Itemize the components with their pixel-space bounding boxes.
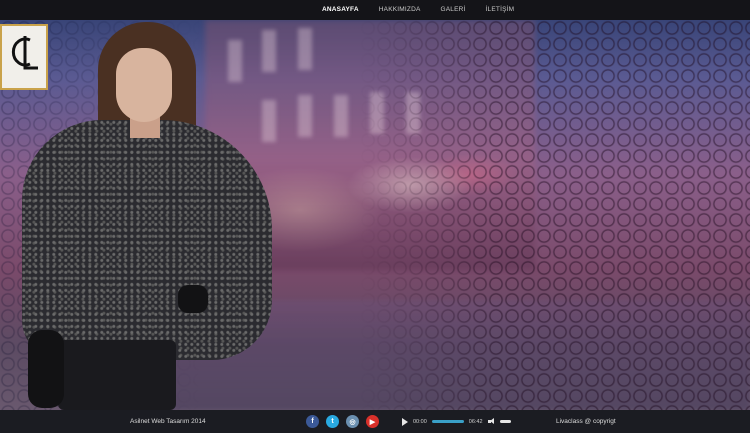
play-icon[interactable] <box>402 417 408 426</box>
twitter-icon[interactable]: t <box>326 415 339 428</box>
instagram-icon[interactable]: ◎ <box>346 415 359 428</box>
building-window <box>298 28 312 70</box>
logo-monogram <box>8 34 42 74</box>
progress-track[interactable] <box>431 420 464 423</box>
model-glove <box>178 285 208 313</box>
model-glove <box>28 330 64 408</box>
top-navigation-bar: ANASAYFA HAKKIMIZDA GALERİ İLETİŞİM <box>0 0 750 20</box>
nav-item-anasayfa[interactable]: ANASAYFA <box>312 0 369 20</box>
footer-copyright: Livaclass @ copyrigt <box>556 418 616 425</box>
social-links: f t ◎ ▶ <box>306 415 379 428</box>
hexagon-overlay <box>360 20 750 410</box>
building-window <box>262 100 276 142</box>
duration-time: 06:42 <box>468 418 483 425</box>
audio-player: 00:00 06:42 <box>402 416 511 427</box>
current-time: 00:00 <box>413 418 427 425</box>
building-window <box>298 95 312 137</box>
model-sweater <box>22 120 272 360</box>
footer-credit[interactable]: Asilnet Web Tasarım 2014 <box>130 410 206 433</box>
model-face <box>116 48 172 122</box>
site-logo[interactable] <box>0 24 48 90</box>
building-window <box>228 40 242 82</box>
footer-bar: Asilnet Web Tasarım 2014 f t ◎ ▶ 00:00 0… <box>0 410 750 433</box>
facebook-icon[interactable]: f <box>306 415 319 428</box>
model-pants <box>58 340 176 410</box>
nav-item-iletisim[interactable]: İLETİŞİM <box>476 0 525 20</box>
nav-item-hakkimizda[interactable]: HAKKIMIZDA <box>369 0 431 20</box>
logo-monogram-svg <box>11 36 38 70</box>
main-nav: ANASAYFA HAKKIMIZDA GALERİ İLETİŞİM <box>312 0 524 20</box>
building-window <box>262 30 276 72</box>
nav-item-galeri[interactable]: GALERİ <box>431 0 476 20</box>
youtube-icon[interactable]: ▶ <box>366 415 379 428</box>
volume-slider[interactable] <box>499 420 511 423</box>
volume-icon[interactable] <box>487 418 495 425</box>
building-window <box>334 95 348 137</box>
